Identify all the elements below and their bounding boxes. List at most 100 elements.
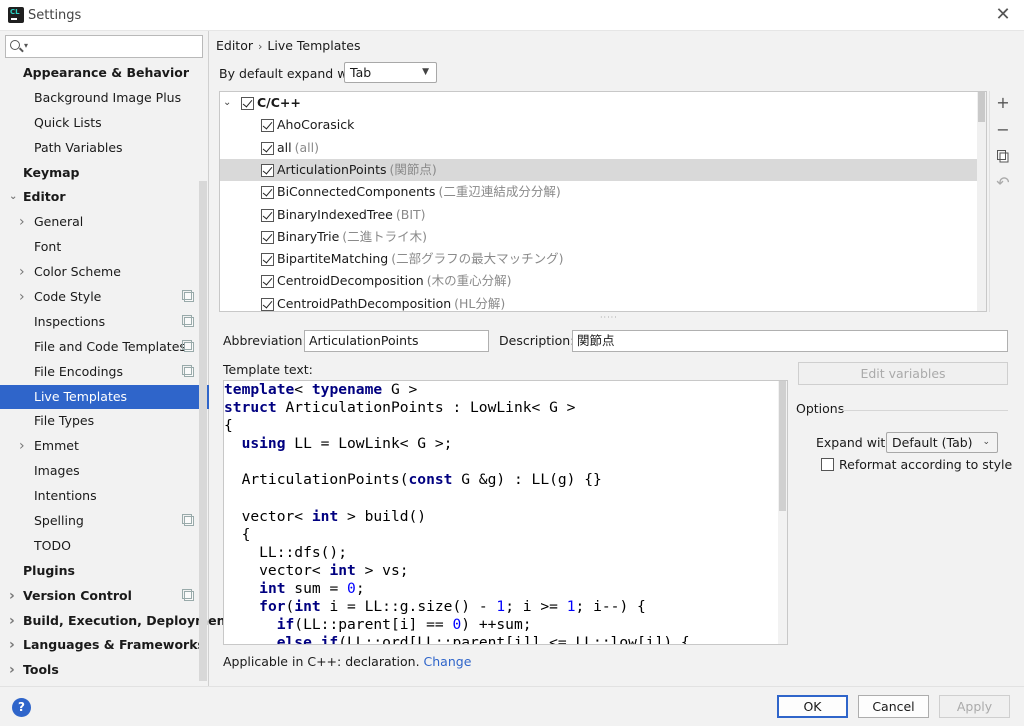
abbreviation-input[interactable]: ArticulationPoints bbox=[304, 330, 489, 352]
sidebar-item-general[interactable]: › General bbox=[0, 210, 209, 235]
chevron-down-icon: ⌄ bbox=[982, 437, 990, 447]
templates-toolbar: + − ↶ bbox=[989, 91, 1015, 312]
template-checkbox[interactable] bbox=[261, 230, 274, 244]
templates-scrollbar[interactable] bbox=[977, 92, 986, 311]
code-text: ) ++sum; bbox=[461, 616, 532, 634]
template-row[interactable]: CentroidPathDecomposition (HL分解) bbox=[220, 293, 977, 311]
editor-scrollbar[interactable] bbox=[778, 381, 787, 644]
sidebar-item-editor[interactable]: ⌄ Editor bbox=[0, 185, 209, 210]
chevron-down-icon[interactable]: ⌄ bbox=[9, 185, 17, 210]
copy-icon[interactable] bbox=[996, 149, 1010, 163]
code-text: vector< bbox=[224, 507, 312, 525]
chevron-down-icon: ▼ bbox=[422, 67, 429, 77]
sidebar-item-font[interactable]: Font bbox=[0, 235, 209, 260]
help-icon[interactable]: ? bbox=[12, 698, 31, 717]
template-group-row[interactable]: ⌄ C/C++ bbox=[220, 92, 977, 114]
apply-button[interactable]: Apply bbox=[939, 695, 1010, 718]
sidebar-item-languages-frameworks[interactable]: › Languages & Frameworks bbox=[0, 633, 209, 658]
template-row[interactable]: CentroidDecomposition (木の重心分解) bbox=[220, 270, 977, 292]
reformat-checkbox[interactable] bbox=[821, 458, 834, 471]
sidebar-item-color-scheme[interactable]: › Color Scheme bbox=[0, 260, 209, 285]
remove-icon[interactable]: − bbox=[996, 122, 1010, 138]
sidebar-item-live-templates[interactable]: Live Templates bbox=[0, 384, 209, 410]
template-row[interactable]: BinaryTrie (二進トライ木) bbox=[220, 226, 977, 248]
add-icon[interactable]: + bbox=[996, 95, 1010, 111]
template-row[interactable]: BiConnectedComponents (二重辺連結成分分解) bbox=[220, 181, 977, 203]
sidebar-scrollbar[interactable] bbox=[199, 181, 207, 681]
template-name-cell: BinaryTrie (二進トライ木) bbox=[277, 226, 427, 248]
code-keyword: if bbox=[276, 616, 295, 634]
code-text: ; i--) { bbox=[575, 598, 646, 616]
sidebar-item-file-encodings[interactable]: File Encodings bbox=[0, 360, 209, 385]
search-dropdown-icon[interactable]: ▾ bbox=[24, 41, 28, 50]
template-name-cell: ArticulationPoints (関節点) bbox=[277, 159, 437, 181]
template-row[interactable]: BipartiteMatching (二部グラフの最大マッチング) bbox=[220, 248, 977, 270]
sidebar-item-label: Editor bbox=[23, 189, 66, 205]
breadcrumb-parent[interactable]: Editor bbox=[216, 38, 253, 53]
description-input[interactable]: 関節点 bbox=[572, 330, 1008, 352]
template-checkbox[interactable] bbox=[261, 186, 274, 200]
group-checkbox[interactable] bbox=[241, 97, 254, 110]
sidebar-item-label: Spelling bbox=[34, 513, 84, 529]
template-checkbox[interactable] bbox=[261, 208, 274, 222]
sidebar-item-label: File and Code Templates bbox=[34, 338, 186, 354]
sidebar-item-path-variables[interactable]: Path Variables bbox=[0, 136, 209, 161]
scrollbar-thumb[interactable] bbox=[779, 381, 786, 511]
sidebar-item-file-and-code-templates[interactable]: File and Code Templates bbox=[0, 335, 209, 360]
chevron-right-icon[interactable]: › bbox=[9, 658, 15, 683]
chevron-right-icon[interactable]: › bbox=[9, 609, 15, 634]
chevron-down-icon[interactable]: ⌄ bbox=[223, 92, 231, 114]
sidebar-item-file-types[interactable]: File Types bbox=[0, 409, 209, 434]
ok-button[interactable]: OK bbox=[777, 695, 848, 718]
sidebar-item-tools[interactable]: › Tools bbox=[0, 658, 209, 683]
sidebar-item-code-style[interactable]: › Code Style bbox=[0, 285, 209, 310]
reformat-label[interactable]: Reformat according to style bbox=[839, 455, 1012, 475]
template-row[interactable]: ArticulationPoints (関節点) bbox=[220, 158, 977, 182]
template-checkbox[interactable] bbox=[261, 297, 274, 311]
template-checkbox[interactable] bbox=[261, 275, 274, 289]
code-text: G &g) : LL(g) {} bbox=[452, 471, 602, 489]
sidebar-item-plugins[interactable]: Plugins bbox=[0, 559, 209, 584]
default-expand-select[interactable]: Tab ▼ bbox=[344, 62, 437, 83]
template-checkbox[interactable] bbox=[261, 163, 274, 177]
revert-icon[interactable]: ↶ bbox=[996, 175, 1010, 191]
cancel-button[interactable]: Cancel bbox=[858, 695, 929, 718]
sidebar-item-emmet[interactable]: › Emmet bbox=[0, 434, 209, 459]
chevron-right-icon[interactable]: › bbox=[19, 210, 25, 235]
chevron-right-icon[interactable]: › bbox=[19, 434, 25, 459]
template-checkbox[interactable] bbox=[261, 119, 274, 133]
chevron-right-icon[interactable]: › bbox=[19, 260, 25, 285]
sidebar-item-appearance-behavior[interactable]: Appearance & Behavior bbox=[0, 61, 209, 86]
chevron-right-icon[interactable]: › bbox=[19, 285, 25, 310]
template-row[interactable]: all (all) bbox=[220, 137, 977, 159]
template-row[interactable]: BinaryIndexedTree (BIT) bbox=[220, 204, 977, 226]
template-text-editor[interactable]: template< typename G > struct Articulatio… bbox=[223, 380, 788, 645]
sidebar-item-intentions[interactable]: Intentions bbox=[0, 484, 209, 509]
sidebar-item-spelling[interactable]: Spelling bbox=[0, 509, 209, 534]
template-checkbox[interactable] bbox=[261, 253, 274, 267]
sidebar-item-keymap[interactable]: Keymap bbox=[0, 161, 209, 186]
sidebar-item-images[interactable]: Images bbox=[0, 459, 209, 484]
edit-variables-button[interactable]: Edit variables bbox=[798, 362, 1008, 385]
splitter-handle[interactable]: ····· bbox=[600, 313, 618, 322]
chevron-right-icon[interactable]: › bbox=[9, 633, 15, 658]
template-row[interactable]: AhoCorasick bbox=[220, 114, 977, 136]
sidebar-item-build-execution-deployment[interactable]: › Build, Execution, Deployment bbox=[0, 609, 231, 634]
change-context-link[interactable]: Change bbox=[424, 654, 472, 669]
code-keyword: int bbox=[259, 580, 286, 598]
scrollbar-thumb[interactable] bbox=[978, 92, 985, 122]
expand-with-select[interactable]: Default (Tab) ⌄ bbox=[886, 432, 998, 453]
sidebar-item-label: Quick Lists bbox=[34, 114, 102, 130]
sidebar-item-background-image-plus[interactable]: Background Image Plus bbox=[0, 86, 209, 111]
sidebar-item-todo[interactable]: TODO bbox=[0, 534, 209, 559]
sidebar-item-version-control[interactable]: › Version Control bbox=[0, 584, 209, 609]
search-input[interactable]: ▾ bbox=[5, 35, 203, 58]
sidebar-item-inspections[interactable]: Inspections bbox=[0, 310, 209, 335]
sidebar-item-quick-lists[interactable]: Quick Lists bbox=[0, 111, 209, 136]
chevron-right-icon[interactable]: › bbox=[9, 584, 15, 609]
template-checkbox[interactable] bbox=[261, 141, 274, 155]
close-icon[interactable]: ✕ bbox=[992, 4, 1014, 26]
